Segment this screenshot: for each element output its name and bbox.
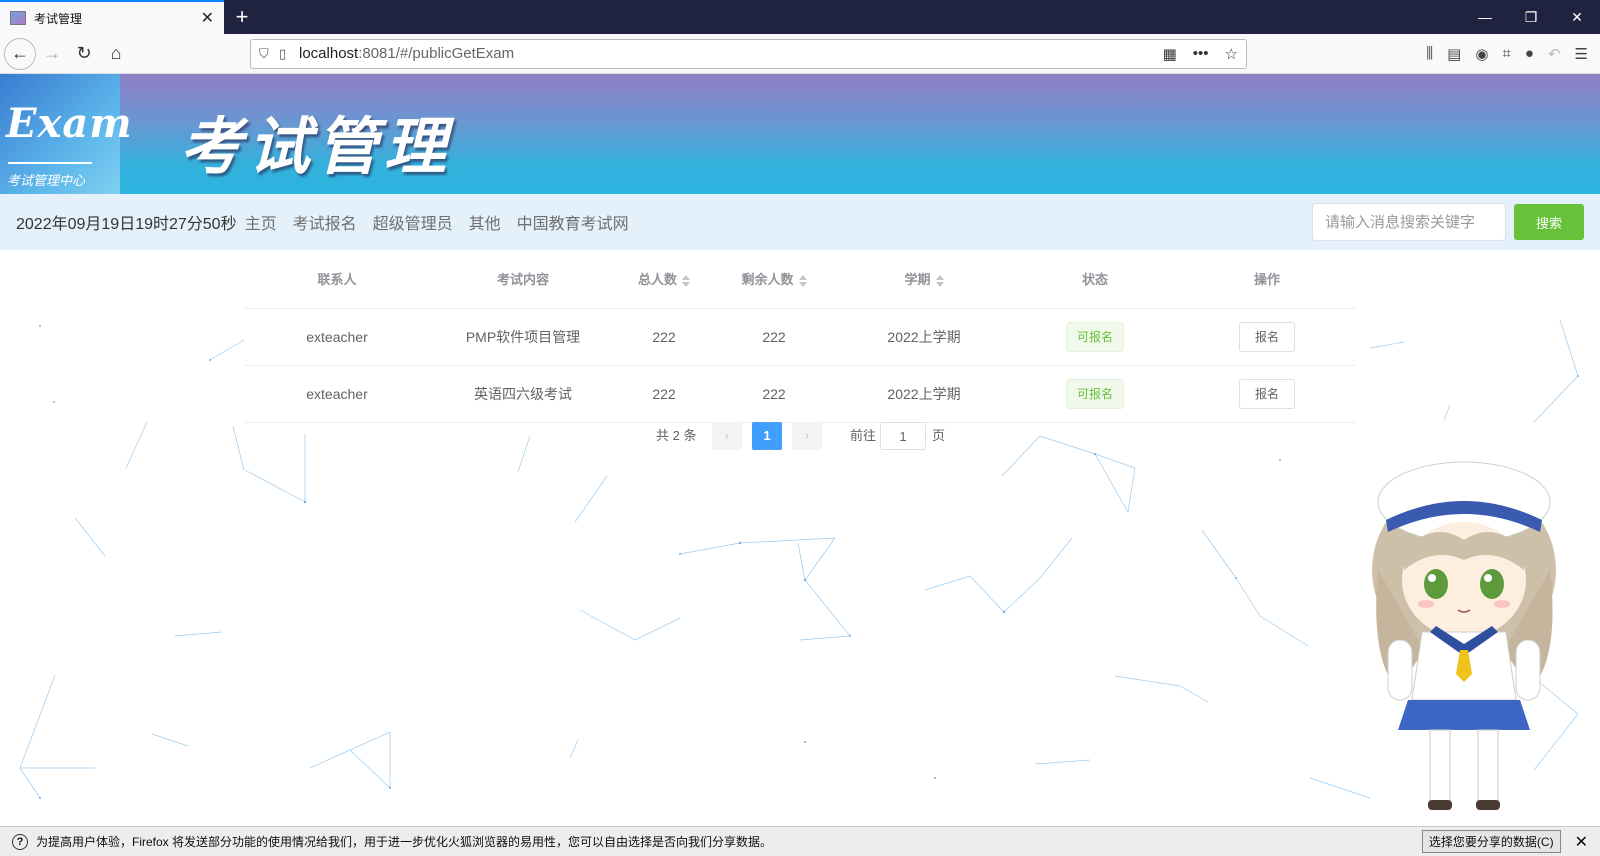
account-icon[interactable]: ◉	[1475, 45, 1488, 63]
window-controls: — ❐ ✕	[1462, 0, 1600, 34]
screenshot-icon[interactable]: ⌗	[1502, 45, 1510, 63]
main-content: 联系人 考试内容 总人数 剩余人数 学期 状态 操作 exteacher PMP…	[0, 250, 1600, 812]
sort-icon[interactable]	[682, 274, 690, 287]
signup-button[interactable]: 报名	[1239, 378, 1295, 409]
header-total[interactable]: 总人数	[616, 250, 712, 309]
banner-title: 考试管理	[180, 110, 453, 183]
cell-term: 2022上学期	[836, 365, 1012, 423]
browser-tab-bar: 考试管理 ✕ + — ❐ ✕	[0, 0, 1600, 34]
exam-table: 联系人 考试内容 总人数 剩余人数 学期 状态 操作 exteacher PMP…	[244, 250, 1356, 423]
new-tab-icon[interactable]: +	[224, 0, 260, 34]
status-badge: 可报名	[1065, 378, 1124, 409]
tab-title: 考试管理	[34, 11, 83, 26]
search-input[interactable]	[1312, 203, 1506, 241]
nav-link-neea[interactable]: 中国教育考试网	[517, 210, 629, 234]
nav-link-other[interactable]: 其他	[469, 210, 501, 234]
pagination-total: 共 2 条	[656, 428, 697, 443]
cell-status: 可报名	[1012, 308, 1178, 366]
table-row: exteacher 英语四六级考试 222 222 2022上学期 可报名 报名	[244, 365, 1356, 423]
home-icon[interactable]: ⌂	[100, 38, 132, 70]
close-tab-icon[interactable]: ✕	[201, 8, 214, 28]
chevron-right-icon[interactable]: ›	[792, 422, 822, 450]
cell-total: 222	[616, 308, 712, 366]
library-icon[interactable]: ⫼	[1426, 45, 1433, 63]
notification-text: 为提高用户体验，Firefox 将发送部分功能的使用情况给我们，用于进一步优化火…	[36, 835, 773, 849]
header-remaining[interactable]: 剩余人数	[712, 250, 836, 309]
nav-link-super-admin[interactable]: 超级管理员	[373, 210, 453, 234]
exam-table-container: 联系人 考试内容 总人数 剩余人数 学期 状态 操作 exteacher PMP…	[244, 250, 1356, 423]
cell-total: 222	[616, 365, 712, 423]
sort-icon[interactable]	[935, 274, 944, 287]
shield-icon[interactable]: ⛉	[259, 46, 279, 62]
url-bar[interactable]: ⛉ ▯ localhost:8081/#/publicGetExam ▦ •••…	[250, 38, 1247, 69]
header-status: 状态	[1012, 250, 1178, 309]
page-number-button[interactable]: 1	[752, 422, 782, 450]
bookmark-star-icon[interactable]: ☆	[1225, 45, 1238, 63]
cell-remaining: 222	[712, 365, 836, 423]
site-logo[interactable]: Exam 考试管理中心	[0, 74, 132, 194]
nav-link-exam-signup[interactable]: 考试报名	[293, 210, 357, 234]
cell-action: 报名	[1178, 308, 1356, 366]
status-badge: 可报名	[1065, 321, 1124, 352]
close-window-icon[interactable]: ✕	[1554, 0, 1600, 34]
browser-toolbar: ← → ↻ ⌂ ⛉ ▯ localhost:8081/#/publicGetEx…	[0, 34, 1600, 74]
header-banner: Exam 考试管理中心 考试管理	[0, 74, 1600, 194]
cell-contact: exteacher	[244, 308, 430, 366]
cell-term: 2022上学期	[836, 308, 1012, 366]
toolbar-icons: ⫼ ▤ ◉ ⌗ ● ↶ ☰	[1426, 45, 1596, 63]
mascot-character	[1372, 461, 1556, 810]
firefox-notification-bar: ? 为提高用户体验，Firefox 将发送部分功能的使用情况给我们，用于进一步优…	[0, 826, 1600, 856]
forward-icon[interactable]: →	[36, 38, 68, 70]
goto-label: 前往	[850, 428, 877, 443]
undo-icon[interactable]: ↶	[1548, 45, 1561, 63]
current-datetime: 2022年09月19日19时27分50秒	[16, 216, 237, 233]
signup-button[interactable]: 报名	[1239, 321, 1295, 352]
back-icon[interactable]: ←	[4, 37, 36, 70]
cell-remaining: 222	[712, 308, 836, 366]
chat-icon[interactable]: ●	[1525, 45, 1534, 63]
search-button[interactable]: 搜索	[1514, 204, 1584, 240]
table-header-row: 联系人 考试内容 总人数 剩余人数 学期 状态 操作	[244, 250, 1356, 309]
header-contact: 联系人	[244, 250, 430, 309]
sort-icon[interactable]	[798, 274, 807, 287]
cell-contact: exteacher	[244, 365, 430, 423]
page-suffix: 页	[932, 428, 946, 443]
goto-page-input[interactable]: 1	[880, 422, 926, 450]
cell-content: 英语四六级考试	[430, 365, 616, 423]
sidebar-icon[interactable]: ▤	[1447, 45, 1461, 63]
cell-action: 报名	[1178, 365, 1356, 423]
table-row: exteacher PMP软件项目管理 222 222 2022上学期 可报名 …	[244, 308, 1356, 366]
restore-icon[interactable]: ❐	[1508, 0, 1554, 34]
favicon-icon	[10, 11, 26, 25]
url-text[interactable]: localhost:8081/#/publicGetExam	[299, 45, 1163, 62]
chevron-left-icon[interactable]: ‹	[712, 422, 742, 450]
cell-status: 可报名	[1012, 365, 1178, 423]
header-action: 操作	[1178, 250, 1356, 309]
page-icon: ▯	[279, 45, 287, 61]
close-notification-icon[interactable]: ✕	[1575, 832, 1588, 852]
pagination: 共 2 条 ‹ 1 › 前往 1 页	[0, 422, 1600, 450]
cell-content: PMP软件项目管理	[430, 308, 616, 366]
reload-icon[interactable]: ↻	[68, 38, 100, 70]
qr-code-icon[interactable]: ▦	[1163, 45, 1177, 63]
minimize-icon[interactable]: —	[1462, 0, 1508, 34]
menu-icon[interactable]: ☰	[1575, 45, 1588, 63]
top-nav: 2022年09月19日19时27分50秒 主页 考试报名 超级管理员 其他 中国…	[0, 194, 1600, 250]
nav-link-home[interactable]: 主页	[245, 210, 277, 234]
share-data-button[interactable]: 选择您要分享的数据(C)	[1421, 830, 1561, 853]
browser-tab[interactable]: 考试管理 ✕	[0, 0, 224, 34]
header-term[interactable]: 学期	[836, 250, 1012, 309]
help-icon: ?	[12, 833, 28, 850]
more-icon[interactable]: •••	[1193, 45, 1209, 63]
header-content: 考试内容	[430, 250, 616, 309]
search-area: 搜索	[1312, 203, 1600, 241]
